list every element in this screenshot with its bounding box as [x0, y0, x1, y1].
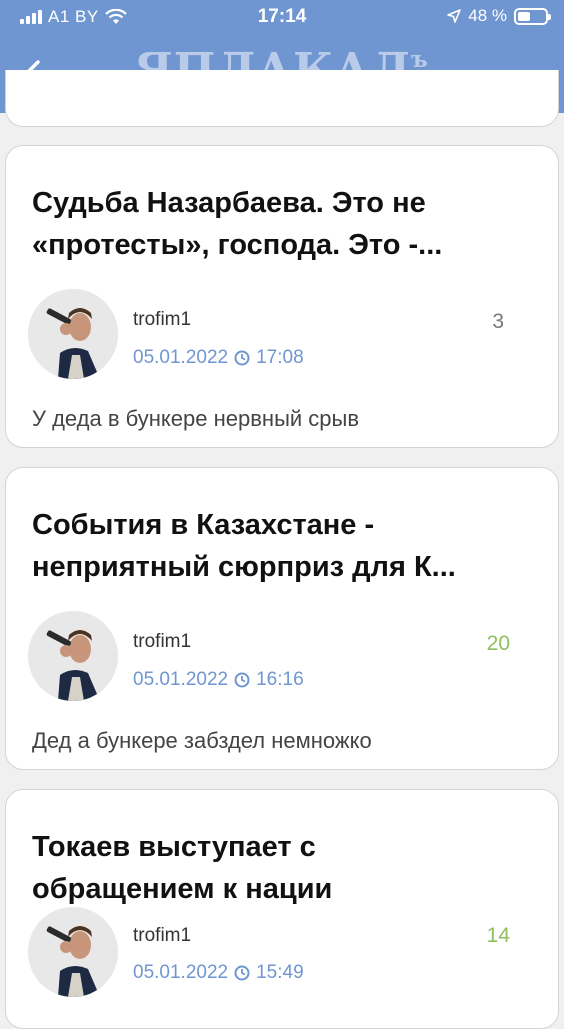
- post-time: 15:49: [256, 962, 304, 983]
- comment-count[interactable]: 20: [487, 632, 510, 656]
- post-date: 05.01.2022: [133, 669, 229, 690]
- post-title[interactable]: События в Казахстане - неприятный сюрпри…: [32, 504, 532, 588]
- battery-icon: [514, 7, 551, 25]
- post-time: 16:16: [256, 669, 304, 690]
- status-bar: A1 BY 17:14 48 %: [0, 0, 564, 36]
- comment-count[interactable]: 3: [492, 310, 504, 334]
- post-title[interactable]: Судьба Назарбаева. Это не «протесты», го…: [32, 182, 532, 266]
- avatar[interactable]: [28, 611, 118, 701]
- battery-percent: 48 %: [468, 6, 507, 25]
- avatar[interactable]: [28, 907, 118, 997]
- post-time: 17:08: [256, 347, 304, 368]
- post-title-line: «протесты», господа. Это -...: [32, 229, 443, 261]
- avatar-image: [28, 289, 118, 379]
- post-title-line: Токаев выступает с: [32, 831, 316, 863]
- previous-post-card[interactable]: [5, 70, 559, 127]
- post-meta: 05.01.2022 16:16: [133, 669, 304, 691]
- post-title-line: События в Казахстане -: [32, 509, 375, 541]
- clock-icon: [234, 965, 250, 981]
- post-meta: 05.01.2022 15:49: [133, 962, 304, 984]
- post-card[interactable]: Судьба Назарбаева. Это не «протесты», го…: [5, 145, 559, 448]
- avatar-image: [28, 611, 118, 701]
- post-card[interactable]: Токаев выступает с обращением к нации tr…: [5, 789, 559, 1029]
- post-card[interactable]: События в Казахстане - неприятный сюрпри…: [5, 467, 559, 770]
- post-author[interactable]: trofim1: [133, 631, 191, 653]
- avatar[interactable]: [28, 289, 118, 379]
- post-date: 05.01.2022: [133, 347, 229, 368]
- post-preview[interactable]: У деда в бункере нервный срыв: [32, 406, 359, 432]
- post-title-line: Судьба Назарбаева. Это не: [32, 187, 426, 219]
- status-right: 48 %: [447, 6, 551, 26]
- clock-icon: [234, 350, 250, 366]
- battery-level: [518, 11, 530, 21]
- post-meta: 05.01.2022 17:08: [133, 347, 304, 369]
- clock-icon: [234, 672, 250, 688]
- avatar-image: [28, 907, 118, 997]
- post-title-line: обращением к нации: [32, 873, 333, 905]
- post-preview[interactable]: Дед а бункере забздел немножко: [32, 728, 372, 754]
- post-author[interactable]: trofim1: [133, 309, 191, 331]
- location-arrow-icon: [447, 9, 462, 23]
- post-title-line: неприятный сюрприз для К...: [32, 551, 456, 583]
- post-title[interactable]: Токаев выступает с обращением к нации: [32, 826, 532, 910]
- comment-count[interactable]: 14: [487, 924, 510, 948]
- post-date: 05.01.2022: [133, 962, 229, 983]
- post-author[interactable]: trofim1: [133, 925, 191, 947]
